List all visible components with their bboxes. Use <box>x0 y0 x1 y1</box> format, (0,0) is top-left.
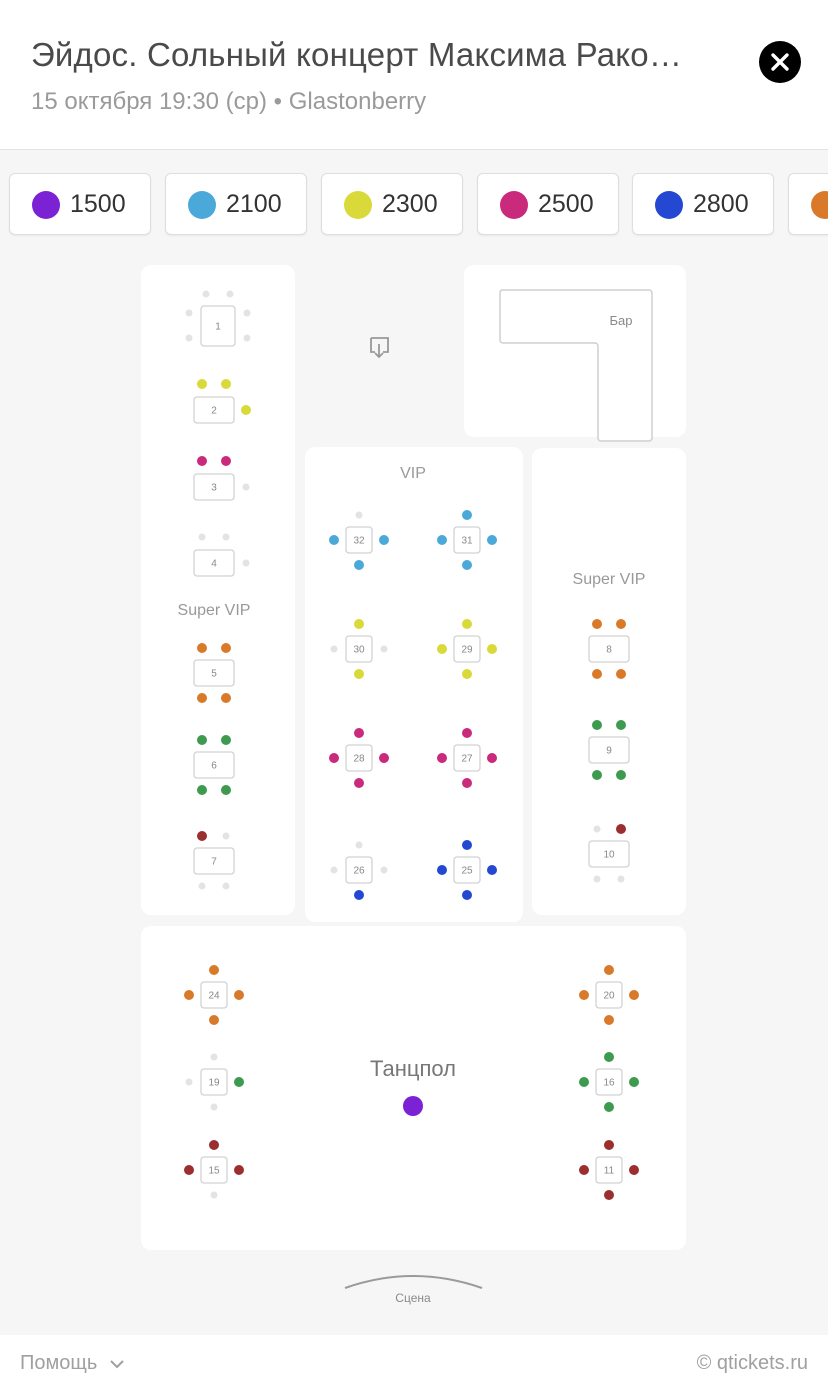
price-label: 2500 <box>538 190 594 218</box>
event-subtitle: 15 октября 19:30 (ср) • Glastonberry <box>31 88 427 115</box>
price-color-dot <box>811 191 828 219</box>
chevron-down-icon <box>110 1360 124 1369</box>
price-chip-2800[interactable]: 2800 <box>632 173 774 235</box>
super-vip-left-label: Super VIP <box>178 602 251 619</box>
zone-vip <box>305 447 523 922</box>
price-chip-1500[interactable]: 1500 <box>9 173 151 235</box>
zone-left-super-vip <box>141 265 295 915</box>
header: Эйдос. Сольный концерт Максима Рако… 15 … <box>0 0 828 150</box>
stage-label: Сцена <box>395 1291 431 1305</box>
event-title: Эйдос. Сольный концерт Максима Рако… <box>31 36 683 73</box>
price-chip-2100[interactable]: 2100 <box>165 173 307 235</box>
price-color-dot <box>655 191 683 219</box>
price-label: 2800 <box>693 190 749 218</box>
close-icon <box>771 53 789 71</box>
help-dropdown[interactable]: Помощь <box>20 1352 125 1375</box>
help-label: Помощь <box>20 1352 98 1374</box>
price-color-dot <box>188 191 216 219</box>
price-chip-more[interactable] <box>788 173 828 235</box>
copyright: © qtickets.ru <box>696 1352 808 1374</box>
price-chip-2300[interactable]: 2300 <box>321 173 463 235</box>
dance-floor-label: Танцпол <box>370 1056 456 1081</box>
footer: Помощь © qtickets.ru <box>0 1335 828 1395</box>
price-label: 2300 <box>382 190 438 218</box>
bar-label: Бар <box>610 313 633 328</box>
price-label: 2100 <box>226 190 282 218</box>
price-color-dot <box>344 191 372 219</box>
price-color-dot <box>500 191 528 219</box>
super-vip-right-label: Super VIP <box>573 571 646 588</box>
zone-right-super-vip <box>532 448 686 915</box>
price-color-dot <box>32 191 60 219</box>
entrance-icon <box>370 337 389 359</box>
dance-floor-seat[interactable] <box>403 1096 423 1116</box>
vip-label: VIP <box>400 465 426 482</box>
zone-dance-floor <box>141 926 686 1250</box>
close-button[interactable] <box>759 41 801 83</box>
price-filter-bar: 1500 2100 2300 2500 2800 <box>0 173 828 237</box>
stage-arc <box>344 1275 483 1289</box>
price-label: 1500 <box>70 190 126 218</box>
price-chip-2500[interactable]: 2500 <box>477 173 619 235</box>
